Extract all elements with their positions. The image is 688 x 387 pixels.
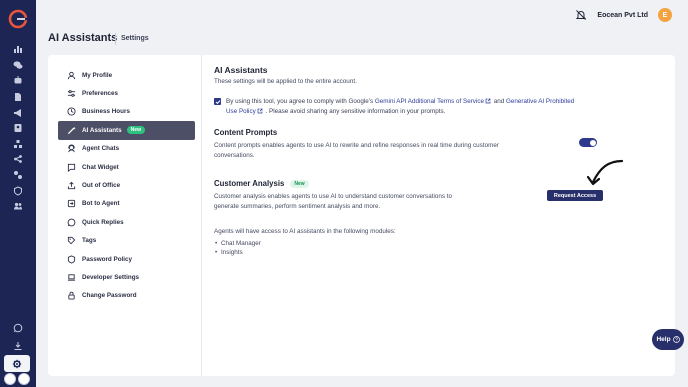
menu-label: Bot to Agent: [82, 200, 120, 208]
menu-item-ai-assistants[interactable]: AI Assistants New: [58, 121, 195, 140]
menu-label: Chat Widget: [82, 163, 119, 171]
menu-label: Agent Chats: [82, 145, 120, 153]
modules-intro: Agents will have access to AI assistants…: [214, 228, 396, 235]
automation-icon[interactable]: [11, 168, 25, 182]
menu-label: AI Assistants: [82, 126, 122, 134]
app-logo-icon[interactable]: [8, 9, 28, 29]
settings-menu: My Profile Preferences Business Hours AI…: [48, 55, 202, 376]
laptop-icon: [67, 273, 76, 282]
sliders-icon: [67, 89, 76, 98]
reports-icon[interactable]: [11, 90, 25, 104]
menu-item-preferences[interactable]: Preferences: [58, 84, 195, 102]
content-prompts-title: Content Prompts: [214, 128, 278, 137]
bot-icon[interactable]: [11, 73, 25, 87]
nav-rail: [0, 0, 36, 387]
breadcrumb[interactable]: Settings: [121, 35, 149, 42]
new-badge: New: [290, 180, 309, 188]
menu-label: Tags: [82, 237, 97, 245]
menu-label: My Profile: [82, 71, 113, 79]
whatsapp-icon[interactable]: [11, 321, 25, 335]
consent-suffix: . Please avoid sharing any sensitive inf…: [263, 107, 446, 115]
reply-icon: [67, 218, 76, 227]
menu-item-quick-replies[interactable]: Quick Replies: [58, 213, 195, 231]
help-label: Help: [656, 336, 671, 343]
menu-item-chat-widget[interactable]: Chat Widget: [58, 158, 195, 176]
integrations-icon[interactable]: [11, 137, 25, 151]
upload-icon: [67, 181, 76, 190]
menu-label: Out of Office: [82, 182, 121, 190]
team-icon[interactable]: [11, 199, 25, 213]
campaigns-icon[interactable]: [11, 106, 25, 120]
gemini-terms-link[interactable]: Gemini API Additional Terms of Service: [375, 98, 484, 105]
agent-icon: [67, 144, 76, 153]
help-button[interactable]: Help: [652, 329, 684, 350]
tag-icon: [67, 236, 76, 245]
consent-middle: and: [492, 98, 507, 105]
menu-item-out-of-office[interactable]: Out of Office: [58, 176, 195, 194]
modules-list: Chat Manager Insights: [214, 239, 514, 258]
avatar[interactable]: E: [658, 8, 672, 22]
menu-item-developer-settings[interactable]: Developer Settings: [58, 268, 195, 286]
share-icon[interactable]: [11, 152, 25, 166]
menu-item-password-policy[interactable]: Password Policy: [58, 250, 195, 268]
customer-analysis-description: Customer analysis enables agents to use …: [214, 193, 453, 210]
consent-row: By using this tool, you agree to comply …: [214, 97, 584, 116]
menu-label: Change Password: [82, 292, 137, 300]
user-icon: [67, 71, 76, 80]
top-bar: Eocean Pvt Ltd E: [575, 7, 672, 23]
content-prompts-description: Content prompts enables agents to use AI…: [214, 142, 499, 159]
settings-content: AI Assistants These settings will be app…: [214, 65, 644, 257]
customer-analysis-heading: Customer Analysis New: [214, 179, 474, 188]
download-icon[interactable]: [11, 339, 25, 353]
transfer-icon: [67, 199, 76, 208]
consent-text: By using this tool, you agree to comply …: [226, 97, 584, 116]
menu-item-agent-chats[interactable]: Agent Chats: [58, 140, 195, 158]
list-item: Insights: [214, 248, 514, 258]
new-badge: New: [126, 126, 145, 135]
settings-icon[interactable]: [4, 355, 30, 372]
rail-bottom-shortcuts: [4, 373, 30, 385]
menu-label: Business Hours: [82, 108, 130, 116]
content-prompts-toggle[interactable]: [579, 138, 597, 147]
breadcrumb-divider: [115, 33, 116, 45]
security-icon[interactable]: [11, 184, 25, 198]
page-title: AI Assistants: [48, 32, 118, 44]
chats-icon[interactable]: [11, 58, 25, 72]
shortcut-2-icon[interactable]: [18, 373, 30, 385]
menu-item-bot-to-agent[interactable]: Bot to Agent: [58, 195, 195, 213]
chat-icon: [67, 163, 76, 172]
external-link-icon: [485, 98, 491, 104]
wand-icon: [67, 126, 76, 135]
section-title: AI Assistants: [214, 65, 268, 75]
clock-icon: [67, 107, 76, 117]
pointer-arrow-icon: [586, 159, 624, 186]
menu-item-change-password[interactable]: Change Password: [58, 287, 195, 305]
menu-item-my-profile[interactable]: My Profile: [58, 66, 195, 84]
consent-checkbox[interactable]: [214, 98, 221, 105]
consent-prefix: By using this tool, you agree to comply …: [226, 98, 375, 105]
section-subtitle: These settings will be applied to the en…: [214, 78, 357, 85]
contacts-icon[interactable]: [11, 121, 25, 135]
customer-analysis-title: Customer Analysis: [214, 179, 285, 188]
menu-label: Quick Replies: [82, 218, 124, 226]
company-name[interactable]: Eocean Pvt Ltd: [597, 12, 648, 19]
menu-item-business-hours[interactable]: Business Hours: [58, 103, 195, 121]
modules-section: Agents will have access to AI assistants…: [214, 227, 514, 258]
notifications-off-icon[interactable]: [575, 9, 587, 21]
list-item: Chat Manager: [214, 239, 514, 249]
external-link-icon: [257, 108, 263, 113]
customer-analysis-section: Customer Analysis New Customer analysis e…: [214, 179, 474, 211]
lock-icon: [67, 291, 76, 300]
menu-item-tags[interactable]: Tags: [58, 232, 195, 250]
menu-label: Preferences: [82, 90, 119, 98]
dashboard-icon[interactable]: [11, 42, 25, 56]
menu-label: Password Policy: [82, 255, 133, 263]
menu-label: Developer Settings: [82, 273, 140, 281]
shortcut-1-icon[interactable]: [4, 373, 16, 385]
shield-icon: [67, 255, 76, 264]
question-icon: [672, 336, 680, 343]
content-prompts-section: Content Prompts Content prompts enables …: [214, 128, 514, 160]
settings-card: My Profile Preferences Business Hours AI…: [48, 55, 675, 376]
request-access-button[interactable]: Request Access: [547, 190, 603, 201]
